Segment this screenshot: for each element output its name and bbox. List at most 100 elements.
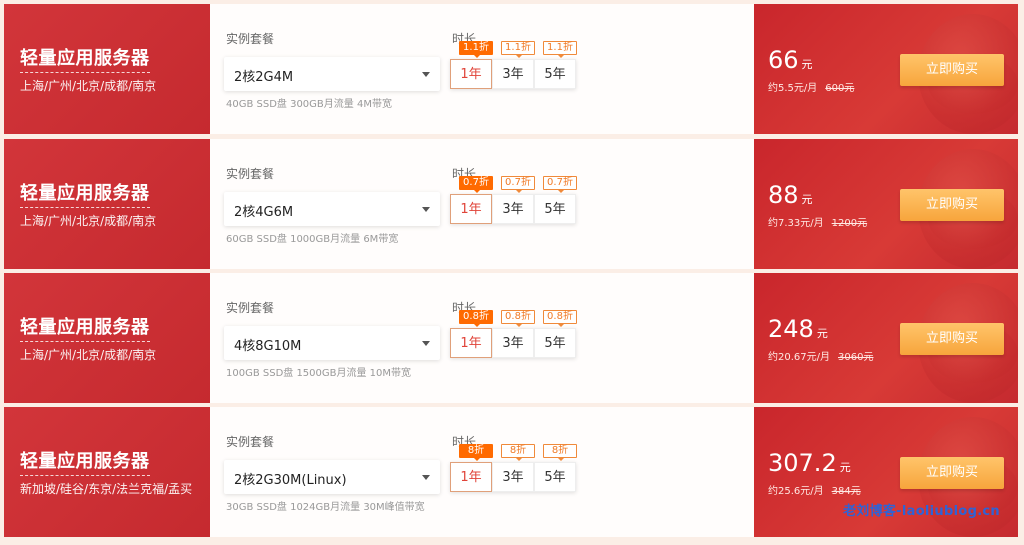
monthly-price: 约5.5元/月 <box>768 83 818 94</box>
price-value: 248 <box>768 315 814 343</box>
discount-badge: 0.7折 <box>501 176 535 193</box>
product-title[interactable]: 轻量应用服务器 <box>20 44 150 73</box>
watermark: 老刘博客-laoliublog.cn <box>842 504 1000 519</box>
package-select[interactable]: 4核8G10M <box>224 326 440 360</box>
chevron-down-icon <box>422 475 430 480</box>
discount-badge: 0.7折 <box>459 176 493 193</box>
original-price: 384元 <box>831 486 861 497</box>
package-label: 实例套餐 <box>226 301 275 315</box>
duration-option-3y[interactable]: 8折 3年 <box>492 444 535 492</box>
duration-options: 0.8折 1年 0.8折 3年 0.8折 5年 <box>450 310 577 358</box>
monthly-price: 约25.6元/月 <box>768 486 824 497</box>
product-regions: 上海/广州/北京/成都/南京 <box>20 79 157 93</box>
discount-badge: 8折 <box>543 444 577 461</box>
package-select[interactable]: 2核2G4M <box>224 57 440 91</box>
duration-label-text: 5年 <box>544 67 566 82</box>
price-unit: 元 <box>801 58 813 71</box>
price-panel: 307.2 元 约25.6元/月 384元 立即购买 老刘博客-laoliublog… <box>754 407 1018 537</box>
price-panel: 88 元 约7.33元/月 1200元 立即购买 <box>754 139 1018 269</box>
package-spec: 100GB SSD盘 1500GB月流量 10M带宽 <box>226 368 412 379</box>
pricing-page: 轻量应用服务器 上海/广州/北京/成都/南京 实例套餐 2核2G4M 40GB … <box>0 0 1024 545</box>
discount-badge: 8折 <box>501 444 535 461</box>
original-price: 600元 <box>825 83 855 94</box>
price-unit: 元 <box>839 461 851 474</box>
config-panel: 实例套餐 2核2G4M 40GB SSD盘 300GB月流量 4M带宽 时长 1… <box>210 4 754 134</box>
duration-options: 1.1折 1年 1.1折 3年 1.1折 5年 <box>450 41 577 89</box>
price-unit: 元 <box>801 193 813 206</box>
package-value: 2核2G4M <box>234 70 294 85</box>
duration-option-5y[interactable]: 0.8折 5年 <box>534 310 577 358</box>
discount-badge: 8折 <box>459 444 493 461</box>
buy-now-button[interactable]: 立即购买 <box>900 54 1004 86</box>
product-title[interactable]: 轻量应用服务器 <box>20 179 150 208</box>
config-panel: 实例套餐 2核2G30M(Linux) 30GB SSD盘 1024GB月流量 … <box>210 407 754 537</box>
buy-now-button[interactable]: 立即购买 <box>900 189 1004 221</box>
monthly-price: 约20.67元/月 <box>768 352 830 363</box>
duration-label-text: 3年 <box>502 470 524 485</box>
package-select[interactable]: 2核4G6M <box>224 192 440 226</box>
package-value: 2核2G30M(Linux) <box>234 473 347 488</box>
config-panel: 实例套餐 4核8G10M 100GB SSD盘 1500GB月流量 10M带宽 … <box>210 273 754 403</box>
duration-label-text: 1年 <box>460 202 482 217</box>
product-regions: 上海/广州/北京/成都/南京 <box>20 214 157 228</box>
product-info: 轻量应用服务器 上海/广州/北京/成都/南京 <box>4 4 210 134</box>
chevron-down-icon <box>422 341 430 346</box>
price: 66 元 <box>768 46 813 74</box>
duration-option-1y[interactable]: 0.8折 1年 <box>450 310 493 358</box>
duration-option-3y[interactable]: 0.8折 3年 <box>492 310 535 358</box>
chevron-down-icon <box>422 72 430 77</box>
package-spec: 40GB SSD盘 300GB月流量 4M带宽 <box>226 99 392 110</box>
config-panel: 实例套餐 2核4G6M 60GB SSD盘 1000GB月流量 6M带宽 时长 … <box>210 139 754 269</box>
discount-badge: 0.8折 <box>459 310 493 327</box>
duration-option-3y[interactable]: 1.1折 3年 <box>492 41 535 89</box>
duration-label-text: 3年 <box>502 67 524 82</box>
buy-now-button[interactable]: 立即购买 <box>900 457 1004 489</box>
duration-option-5y[interactable]: 0.7折 5年 <box>534 176 577 224</box>
duration-label-text: 1年 <box>460 336 482 351</box>
package-select[interactable]: 2核2G30M(Linux) <box>224 460 440 494</box>
package-label: 实例套餐 <box>226 435 275 449</box>
price-unit: 元 <box>816 327 828 340</box>
product-info: 轻量应用服务器 新加坡/硅谷/东京/法兰克福/孟买 <box>4 407 210 537</box>
chevron-down-icon <box>422 207 430 212</box>
price-sub: 约5.5元/月 600元 <box>768 79 854 94</box>
product-regions: 上海/广州/北京/成都/南京 <box>20 348 157 362</box>
product-info: 轻量应用服务器 上海/广州/北京/成都/南京 <box>4 139 210 269</box>
duration-option-5y[interactable]: 8折 5年 <box>534 444 577 492</box>
price-value: 66 <box>768 46 799 74</box>
product-title[interactable]: 轻量应用服务器 <box>20 313 150 342</box>
discount-badge: 0.8折 <box>543 310 577 327</box>
product-info: 轻量应用服务器 上海/广州/北京/成都/南京 <box>4 273 210 403</box>
discount-badge: 1.1折 <box>459 41 493 58</box>
price-sub: 约20.67元/月 3060元 <box>768 348 873 363</box>
package-spec: 60GB SSD盘 1000GB月流量 6M带宽 <box>226 234 399 245</box>
duration-options: 0.7折 1年 0.7折 3年 0.7折 5年 <box>450 176 577 224</box>
duration-option-1y[interactable]: 1.1折 1年 <box>450 41 493 89</box>
product-row-3: 轻量应用服务器 上海/广州/北京/成都/南京 实例套餐 4核8G10M 100G… <box>4 273 1018 403</box>
package-label: 实例套餐 <box>226 167 275 181</box>
package-value: 2核4G6M <box>234 205 294 220</box>
original-price: 3060元 <box>838 352 874 363</box>
price-panel: 66 元 约5.5元/月 600元 立即购买 <box>754 4 1018 134</box>
product-row-4: 轻量应用服务器 新加坡/硅谷/东京/法兰克福/孟买 实例套餐 2核2G30M(L… <box>4 407 1018 537</box>
duration-option-1y[interactable]: 0.7折 1年 <box>450 176 493 224</box>
duration-option-5y[interactable]: 1.1折 5年 <box>534 41 577 89</box>
price-sub: 约25.6元/月 384元 <box>768 482 861 497</box>
package-value: 4核8G10M <box>234 339 302 354</box>
duration-option-3y[interactable]: 0.7折 3年 <box>492 176 535 224</box>
duration-label-text: 5年 <box>544 336 566 351</box>
product-regions: 新加坡/硅谷/东京/法兰克福/孟买 <box>20 482 193 496</box>
duration-label-text: 3年 <box>502 202 524 217</box>
duration-label-text: 3年 <box>502 336 524 351</box>
buy-now-button[interactable]: 立即购买 <box>900 323 1004 355</box>
product-title[interactable]: 轻量应用服务器 <box>20 447 150 476</box>
monthly-price: 约7.33元/月 <box>768 218 824 229</box>
duration-option-1y[interactable]: 8折 1年 <box>450 444 493 492</box>
duration-label-text: 1年 <box>460 67 482 82</box>
price-panel: 248 元 约20.67元/月 3060元 立即购买 <box>754 273 1018 403</box>
package-label: 实例套餐 <box>226 32 275 46</box>
discount-badge: 0.8折 <box>501 310 535 327</box>
original-price: 1200元 <box>831 218 868 229</box>
duration-options: 8折 1年 8折 3年 8折 5年 <box>450 444 577 492</box>
discount-badge: 0.7折 <box>543 176 577 193</box>
